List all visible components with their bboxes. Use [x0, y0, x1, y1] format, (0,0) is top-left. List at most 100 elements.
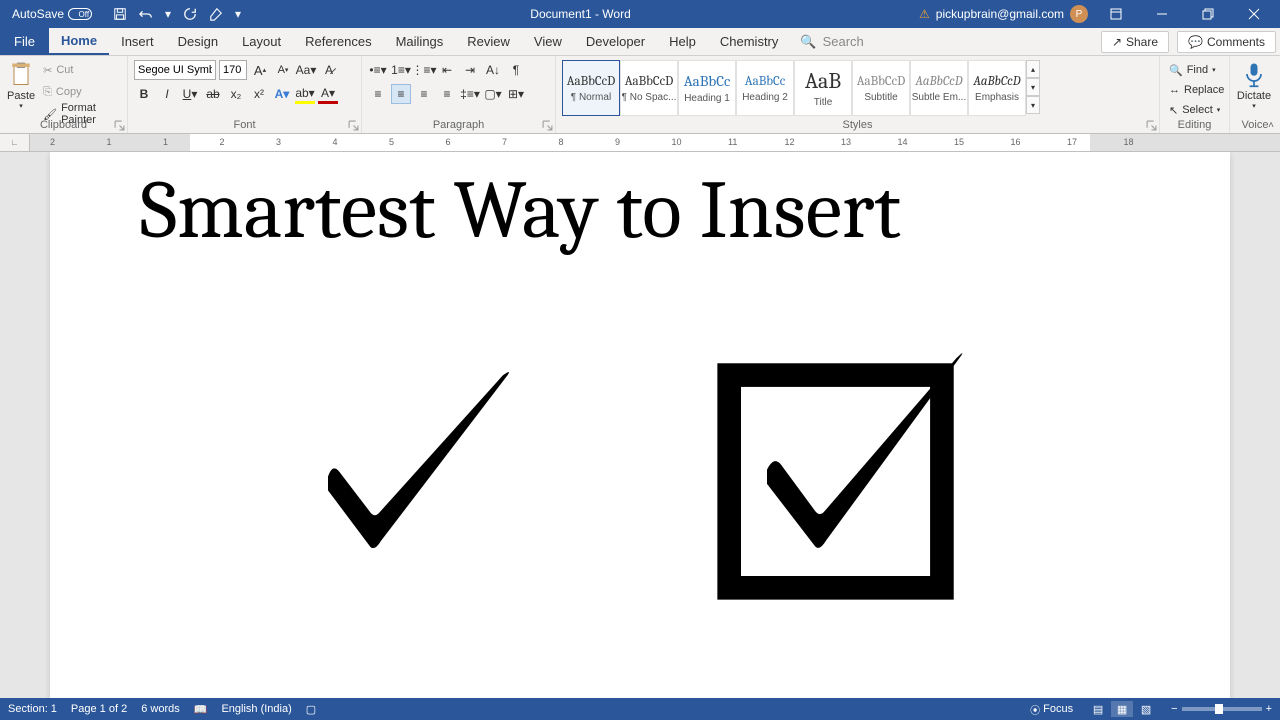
- change-case-icon[interactable]: Aa▾: [296, 60, 316, 80]
- spellcheck-icon[interactable]: 📖: [194, 703, 208, 716]
- bullets-icon[interactable]: •≡▾: [368, 60, 388, 80]
- tab-chemistry[interactable]: Chemistry: [708, 28, 791, 55]
- status-section[interactable]: Section: 1: [8, 703, 57, 715]
- style-title[interactable]: AaBTitle: [794, 60, 852, 116]
- select-button[interactable]: ↖Select▾: [1166, 100, 1223, 120]
- style-normal[interactable]: AaBbCcD¶ Normal: [562, 60, 620, 116]
- close-icon[interactable]: [1236, 0, 1272, 28]
- superscript-button[interactable]: x²: [249, 84, 269, 104]
- read-mode-icon[interactable]: ▤: [1087, 701, 1109, 717]
- collapse-ribbon-icon[interactable]: ˄: [1268, 120, 1274, 131]
- undo-icon[interactable]: [138, 6, 154, 22]
- decrease-indent-icon[interactable]: ⇤: [437, 60, 457, 80]
- ribbon-display-options-icon[interactable]: [1098, 0, 1134, 28]
- comments-button[interactable]: 💬 Comments: [1177, 31, 1276, 53]
- style-heading2[interactable]: AaBbCcHeading 2: [736, 60, 794, 116]
- dialog-launcher-icon[interactable]: [114, 120, 125, 131]
- zoom-slider[interactable]: − +: [1171, 703, 1272, 715]
- clear-formatting-icon[interactable]: A̷: [319, 60, 339, 80]
- ruler-track[interactable]: 21123456789101112131415161718: [30, 134, 1280, 151]
- numbering-icon[interactable]: 1≡▾: [391, 60, 411, 80]
- maximize-icon[interactable]: [1190, 0, 1226, 28]
- tab-references[interactable]: References: [293, 28, 383, 55]
- subscript-button[interactable]: x₂: [226, 84, 246, 104]
- style-subtle-emphasis[interactable]: AaBbCcDSubtle Em...: [910, 60, 968, 116]
- tab-selector-icon[interactable]: ∟: [0, 134, 30, 151]
- search-box[interactable]: 🔍 Search: [790, 28, 873, 55]
- web-layout-icon[interactable]: ▧: [1135, 701, 1157, 717]
- tab-home[interactable]: Home: [49, 28, 109, 55]
- italic-button[interactable]: I: [157, 84, 177, 104]
- copy-button[interactable]: ⎘Copy: [40, 82, 121, 102]
- minimize-icon[interactable]: [1144, 0, 1180, 28]
- strikethrough-button[interactable]: ab: [203, 84, 223, 104]
- zoom-thumb[interactable]: [1215, 704, 1223, 714]
- align-left-icon[interactable]: ≡: [368, 84, 388, 104]
- justify-icon[interactable]: ≡: [437, 84, 457, 104]
- dictate-button[interactable]: Dictate ▾: [1236, 60, 1272, 110]
- font-color-icon[interactable]: A▾: [318, 84, 338, 104]
- styles-down-icon[interactable]: ▾: [1026, 78, 1040, 96]
- tab-design[interactable]: Design: [166, 28, 230, 55]
- styles-up-icon[interactable]: ▴: [1026, 60, 1040, 78]
- style-heading1[interactable]: AaBbCcHeading 1: [678, 60, 736, 116]
- tab-insert[interactable]: Insert: [109, 28, 166, 55]
- focus-mode-button[interactable]: ⦿Focus: [1030, 702, 1073, 717]
- dialog-launcher-icon[interactable]: [348, 120, 359, 131]
- borders-icon[interactable]: ⊞▾: [506, 84, 526, 104]
- paste-button[interactable]: Paste ▾: [6, 60, 36, 110]
- highlight-icon[interactable]: ab▾: [295, 84, 315, 104]
- show-marks-icon[interactable]: ¶: [506, 60, 526, 80]
- save-icon[interactable]: [112, 6, 128, 22]
- page[interactable]: Smartest Way to Insert: [50, 152, 1230, 698]
- tab-file[interactable]: File: [0, 28, 49, 55]
- styles-more-icon[interactable]: ▾: [1026, 96, 1040, 114]
- macro-record-icon[interactable]: ▢: [306, 703, 316, 716]
- undo-dropdown-icon[interactable]: ▾: [164, 6, 172, 22]
- text-effects-icon[interactable]: A▾: [272, 84, 292, 104]
- replace-button[interactable]: ↔Replace: [1166, 80, 1227, 100]
- grow-font-icon[interactable]: A▴: [250, 60, 270, 80]
- checkmark-symbol[interactable]: [305, 357, 535, 587]
- autosave-toggle[interactable]: AutoSave Off: [12, 7, 92, 21]
- find-button[interactable]: 🔍Find▾: [1166, 60, 1219, 80]
- dialog-launcher-icon[interactable]: [1146, 120, 1157, 131]
- font-size-input[interactable]: [219, 60, 247, 80]
- document-heading[interactable]: Smartest Way to Insert: [140, 170, 1140, 252]
- user-account[interactable]: ⚠ pickupbrain@gmail.com P: [919, 5, 1088, 23]
- style-no-spacing[interactable]: AaBbCcD¶ No Spac...: [620, 60, 678, 116]
- underline-button[interactable]: U▾: [180, 84, 200, 104]
- shading-icon[interactable]: ▢▾: [483, 84, 503, 104]
- font-name-input[interactable]: [134, 60, 216, 80]
- status-words[interactable]: 6 words: [141, 703, 180, 715]
- redo-icon[interactable]: [182, 6, 198, 22]
- tab-developer[interactable]: Developer: [574, 28, 657, 55]
- tab-mailings[interactable]: Mailings: [384, 28, 456, 55]
- increase-indent-icon[interactable]: ⇥: [460, 60, 480, 80]
- align-center-icon[interactable]: ≡: [391, 84, 411, 104]
- cut-button[interactable]: ✂Cut: [40, 60, 121, 80]
- align-right-icon[interactable]: ≡: [414, 84, 434, 104]
- tab-help[interactable]: Help: [657, 28, 708, 55]
- shrink-font-icon[interactable]: A▾: [273, 60, 293, 80]
- zoom-in-icon[interactable]: +: [1266, 703, 1272, 715]
- multilevel-list-icon[interactable]: ⋮≡▾: [414, 60, 434, 80]
- checkbox-symbol[interactable]: [715, 342, 975, 602]
- zoom-out-icon[interactable]: −: [1171, 703, 1177, 715]
- status-page[interactable]: Page 1 of 2: [71, 703, 127, 715]
- eraser-icon[interactable]: [208, 6, 224, 22]
- ruler[interactable]: ∟ 21123456789101112131415161718: [0, 134, 1280, 152]
- document-area[interactable]: Smartest Way to Insert: [0, 152, 1280, 698]
- tab-view[interactable]: View: [522, 28, 574, 55]
- tab-layout[interactable]: Layout: [230, 28, 293, 55]
- tab-review[interactable]: Review: [455, 28, 522, 55]
- status-language[interactable]: English (India): [221, 703, 291, 715]
- style-emphasis[interactable]: AaBbCcDEmphasis: [968, 60, 1026, 116]
- dialog-launcher-icon[interactable]: [542, 120, 553, 131]
- qat-customize-icon[interactable]: ▾: [234, 6, 242, 22]
- share-button[interactable]: ↗ Share: [1101, 31, 1169, 53]
- sort-icon[interactable]: A↓: [483, 60, 503, 80]
- print-layout-icon[interactable]: ▦: [1111, 701, 1133, 717]
- line-spacing-icon[interactable]: ‡≡▾: [460, 84, 480, 104]
- style-subtitle[interactable]: AaBbCcDSubtitle: [852, 60, 910, 116]
